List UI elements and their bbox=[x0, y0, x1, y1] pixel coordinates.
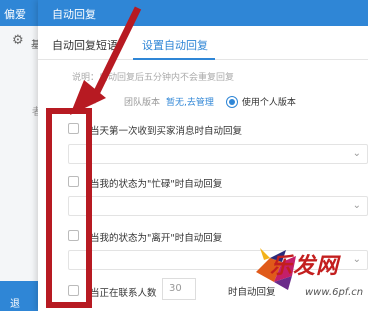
watermark-url: www.6pf.cn bbox=[305, 287, 364, 298]
watermark-brand: 乐发网 bbox=[270, 254, 340, 279]
annotation-highlight-box bbox=[46, 108, 92, 308]
page: 偏爱 ⚙ 基 者 退 自动回复 自动回复短语 设置自动回复 说明：自动回复后五分… bbox=[0, 0, 368, 311]
